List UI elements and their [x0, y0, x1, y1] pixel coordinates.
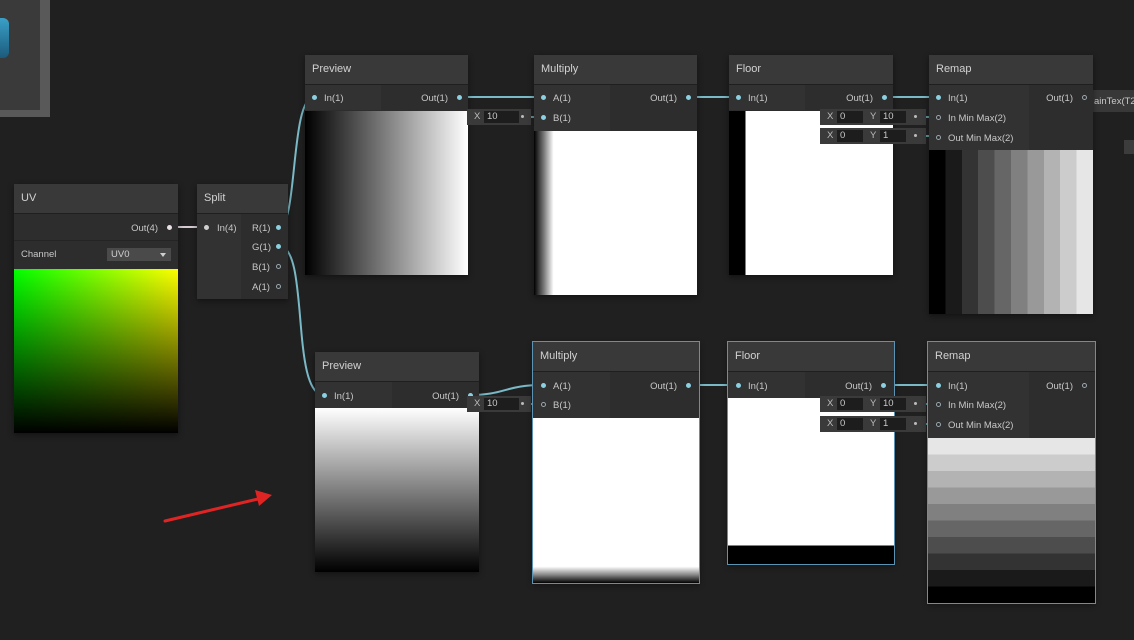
arrow-head — [255, 490, 272, 506]
annotation-arrow — [163, 490, 272, 523]
arrow-shaft — [163, 496, 264, 523]
shader-graph-canvas[interactable]: ainTex(T2 UV Out(4) Channel UV0 Split In… — [0, 0, 1134, 640]
